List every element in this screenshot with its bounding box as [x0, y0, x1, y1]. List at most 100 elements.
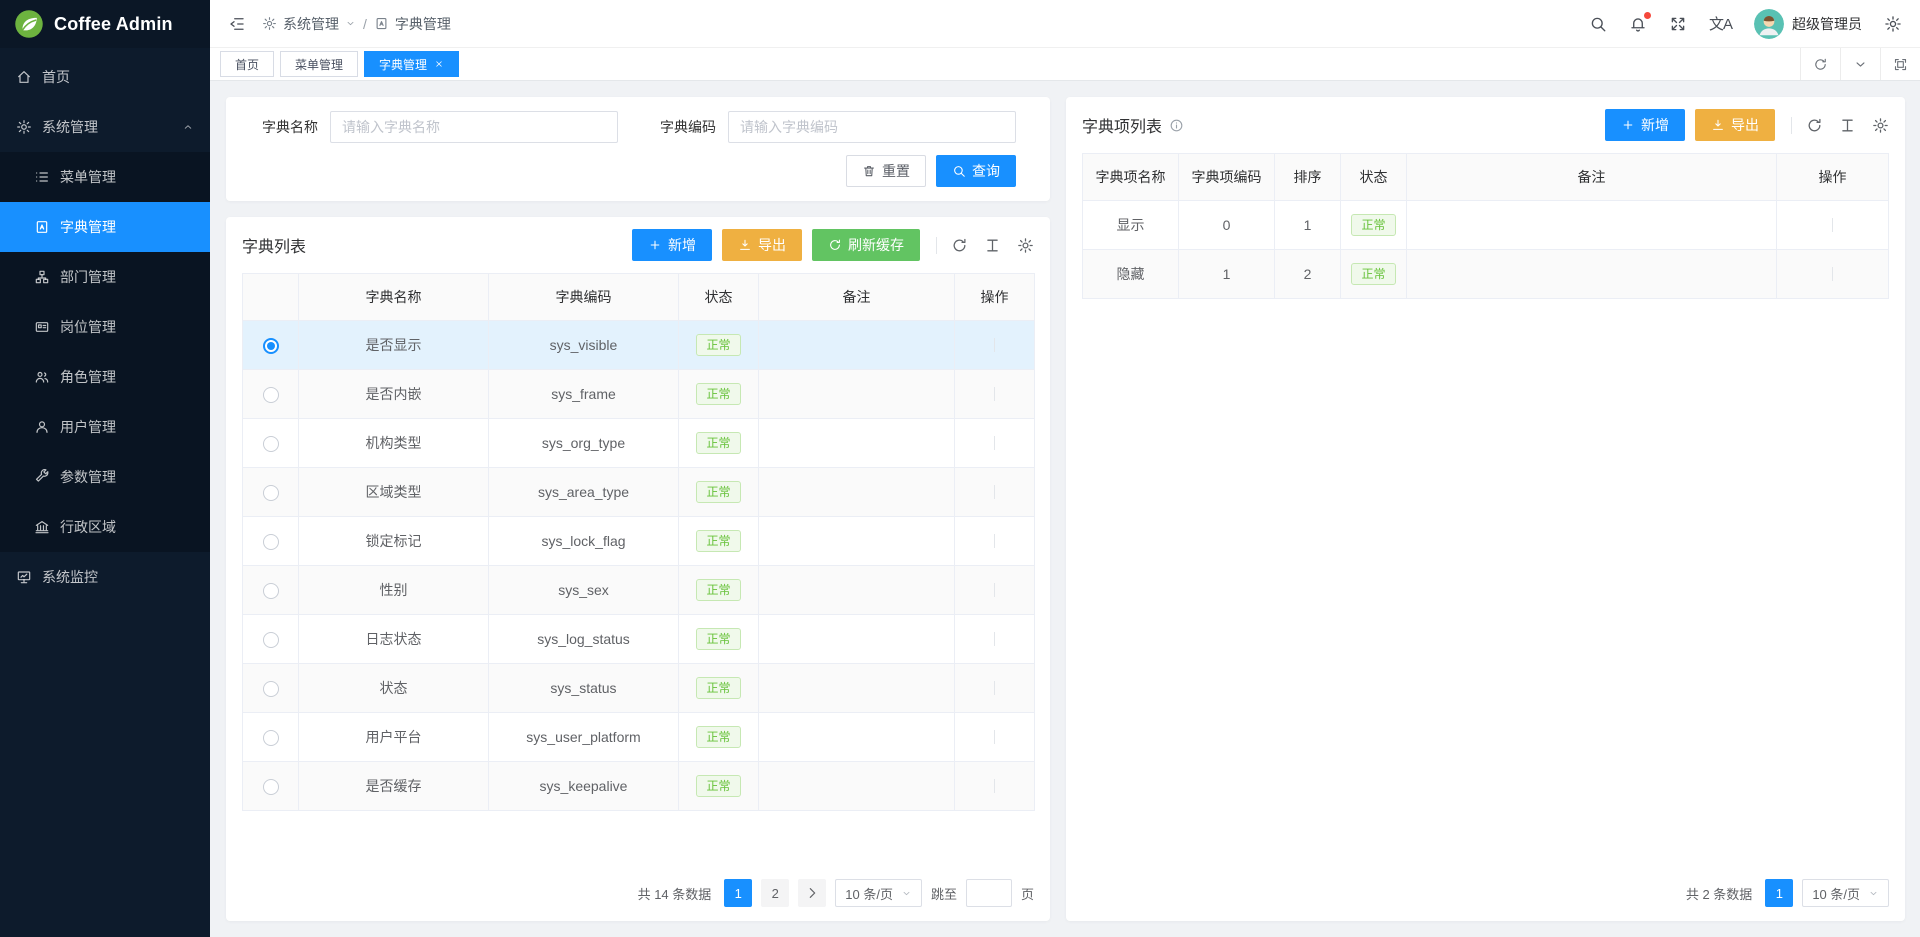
row-height-icon[interactable]: [984, 237, 1001, 254]
table-row[interactable]: 锁定标记sys_lock_flag正常: [243, 517, 1035, 566]
fullscreen-icon[interactable]: [1669, 15, 1687, 33]
query-button[interactable]: 查询: [936, 155, 1016, 187]
user-menu[interactable]: 超级管理员: [1754, 9, 1862, 39]
dict-item-list-card: 字典项列表 新增 导出: [1066, 97, 1905, 921]
page-button-1[interactable]: 1: [724, 879, 752, 907]
table-row[interactable]: 用户平台sys_user_platform正常: [243, 713, 1035, 762]
row-radio[interactable]: [263, 534, 279, 550]
dict-code-cell: sys_user_platform: [489, 713, 679, 762]
notifications-button[interactable]: [1629, 15, 1647, 33]
row-radio[interactable]: [263, 681, 279, 697]
table-row[interactable]: 日志状态sys_log_status正常: [243, 615, 1035, 664]
translate-icon[interactable]: 文A: [1709, 13, 1732, 34]
row-radio[interactable]: [263, 779, 279, 795]
search-icon[interactable]: [1589, 15, 1607, 33]
refresh-icon[interactable]: [951, 237, 968, 254]
sidebar-item-label: 系统监控: [42, 567, 98, 587]
column-settings-gear-icon[interactable]: [1872, 117, 1889, 134]
table-row[interactable]: 状态sys_status正常: [243, 664, 1035, 713]
submenu-system: 菜单管理字典管理部门管理岗位管理角色管理用户管理参数管理行政区域: [0, 152, 210, 552]
username: 超级管理员: [1792, 14, 1862, 34]
jump-page-input[interactable]: [966, 879, 1012, 907]
dict-icon: [34, 219, 50, 235]
page-button-1[interactable]: 1: [1765, 879, 1793, 907]
page-size-select[interactable]: 10 条/页: [1802, 879, 1889, 907]
page-button-2[interactable]: 2: [761, 879, 789, 907]
row-radio[interactable]: [263, 485, 279, 501]
sidebar-item-param[interactable]: 参数管理: [0, 452, 210, 502]
item-sort-cell: 2: [1275, 250, 1341, 299]
sidebar-item-label: 参数管理: [60, 467, 116, 487]
refresh-icon[interactable]: [1806, 117, 1823, 134]
table-row[interactable]: 是否内嵌sys_frame正常: [243, 370, 1035, 419]
dict-name-input[interactable]: [330, 111, 618, 143]
status-badge: 正常: [696, 775, 740, 797]
reset-button[interactable]: 重置: [846, 155, 926, 187]
row-radio[interactable]: [263, 730, 279, 746]
search-form-row: 字典名称 字典编码: [238, 111, 1034, 143]
sidebar-item-region[interactable]: 行政区域: [0, 502, 210, 552]
row-radio[interactable]: [263, 387, 279, 403]
sidebar-item-system[interactable]: 系统管理: [0, 102, 210, 152]
status-badge: 正常: [696, 334, 740, 356]
sidebar-item-home[interactable]: 首页: [0, 52, 210, 102]
next-page-button[interactable]: [798, 879, 826, 907]
export-button[interactable]: 导出: [722, 229, 802, 261]
table-row[interactable]: 是否显示sys_visible正常: [243, 321, 1035, 370]
tab-label: 首页: [235, 56, 259, 73]
table-row[interactable]: 显示01正常: [1083, 201, 1889, 250]
tab-menu[interactable]: 菜单管理: [280, 51, 358, 77]
home-icon: [16, 69, 32, 85]
add-item-button[interactable]: 新增: [1605, 109, 1685, 141]
sidebar-item-label: 首页: [42, 67, 70, 87]
sidebar-collapse-icon[interactable]: [228, 15, 246, 33]
ops-divider: [994, 632, 995, 646]
tab-dict[interactable]: 字典管理: [364, 51, 459, 77]
trash-icon: [862, 164, 876, 178]
ops-divider: [994, 485, 995, 499]
add-button[interactable]: 新增: [632, 229, 712, 261]
info-icon[interactable]: [1169, 118, 1184, 133]
table-row[interactable]: 隐藏12正常: [1083, 250, 1889, 299]
sidebar-item-menu[interactable]: 菜单管理: [0, 152, 210, 202]
query-button-label: 查询: [972, 161, 1000, 181]
sidebar-item-post[interactable]: 岗位管理: [0, 302, 210, 352]
refresh-cache-button[interactable]: 刷新缓存: [812, 229, 920, 261]
remark-cell: [759, 762, 955, 811]
download-icon: [1711, 118, 1725, 132]
row-height-icon[interactable]: [1839, 117, 1856, 134]
dict-name-cell: 性别: [299, 566, 489, 615]
add-button-label: 新增: [668, 235, 696, 255]
row-radio[interactable]: [263, 583, 279, 599]
sidebar-item-label: 岗位管理: [60, 317, 116, 337]
breadcrumb-item-system[interactable]: 系统管理: [262, 14, 356, 34]
close-icon[interactable]: [434, 59, 444, 69]
page-size-select[interactable]: 10 条/页: [835, 879, 922, 907]
table-row[interactable]: 性别sys_sex正常: [243, 566, 1035, 615]
row-radio[interactable]: [263, 338, 279, 354]
dict-code-cell: sys_keepalive: [489, 762, 679, 811]
column-settings-gear-icon[interactable]: [1017, 237, 1034, 254]
dict-code-input[interactable]: [728, 111, 1016, 143]
row-radio[interactable]: [263, 436, 279, 452]
column-header: 操作: [1777, 154, 1889, 201]
sidebar-item-dict[interactable]: 字典管理: [0, 202, 210, 252]
sidebar-item-monitor[interactable]: 系统监控: [0, 552, 210, 602]
tabs-more-button[interactable]: [1840, 48, 1880, 80]
tabs-maximize-button[interactable]: [1880, 48, 1920, 80]
tab-home[interactable]: 首页: [220, 51, 274, 77]
table-row[interactable]: 区域类型sys_area_type正常: [243, 468, 1035, 517]
sidebar-item-role[interactable]: 角色管理: [0, 352, 210, 402]
table-row[interactable]: 是否缓存sys_keepalive正常: [243, 762, 1035, 811]
page-unit-label: 页: [1021, 884, 1034, 903]
row-radio[interactable]: [263, 632, 279, 648]
sidebar-menu: 首页系统管理菜单管理字典管理部门管理岗位管理角色管理用户管理参数管理行政区域系统…: [0, 48, 210, 937]
user-icon: [34, 419, 50, 435]
tabs-refresh-button[interactable]: [1800, 48, 1840, 80]
table-row[interactable]: 机构类型sys_org_type正常: [243, 419, 1035, 468]
export-item-button[interactable]: 导出: [1695, 109, 1775, 141]
sidebar-item-dept[interactable]: 部门管理: [0, 252, 210, 302]
dict-code-cell: sys_area_type: [489, 468, 679, 517]
sidebar-item-user[interactable]: 用户管理: [0, 402, 210, 452]
settings-gear-icon[interactable]: [1884, 15, 1902, 33]
